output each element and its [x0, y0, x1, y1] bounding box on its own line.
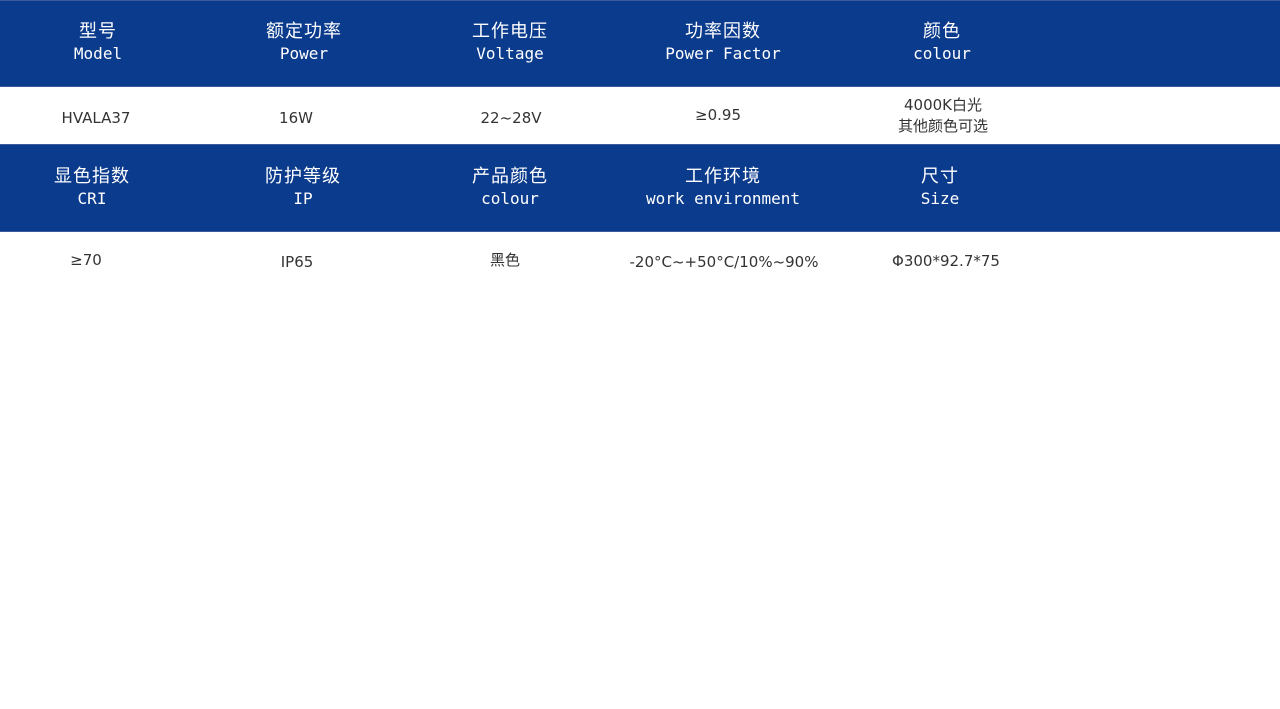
- header-ip: 防护等级 IP: [265, 166, 341, 210]
- header-voltage-en: Voltage: [476, 44, 544, 63]
- header-voltage-zh: 工作电压: [472, 21, 548, 42]
- header-product-colour-en: colour: [481, 189, 539, 208]
- header-model-zh: 型号: [78, 21, 117, 42]
- header-work-environment-en: work environment: [645, 189, 801, 208]
- header-colour-zh: 颜色: [922, 21, 961, 42]
- header-power-zh: 额定功率: [266, 21, 342, 42]
- header-size: 尺寸 Size: [921, 166, 960, 210]
- header-power-factor: 功率因数 Power Factor: [665, 21, 781, 65]
- value-work-environment: -20°C~+50°C/10%~90%: [629, 253, 819, 271]
- value-voltage: 22~28V: [480, 109, 542, 127]
- header-cri-en: CRI: [77, 189, 107, 208]
- value-ip: IP65: [280, 253, 314, 271]
- header-power-factor-zh: 功率因数: [685, 21, 761, 42]
- spec-header-row-1: 型号 Model 额定功率 Power 工作电压 Voltage 功率因数 Po…: [0, 0, 1280, 87]
- header-product-colour-zh: 产品颜色: [472, 166, 548, 187]
- value-size: Φ300*92.7*75: [892, 252, 1000, 270]
- spec-header-row-2: 显色指数 CRI 防护等级 IP 产品颜色 colour 工作环境 work e…: [0, 144, 1280, 232]
- value-power: 16W: [279, 109, 313, 127]
- value-product-colour: 黑色: [489, 251, 521, 269]
- header-ip-en: IP: [293, 189, 313, 208]
- value-colour-line-1: 4000K白光: [903, 96, 983, 114]
- header-voltage: 工作电压 Voltage: [472, 21, 548, 65]
- header-model: 型号 Model: [74, 21, 122, 65]
- header-colour-en: colour: [913, 44, 971, 63]
- header-ip-zh: 防护等级: [265, 166, 341, 187]
- header-cri-zh: 显色指数: [54, 166, 130, 187]
- header-power-en: Power: [279, 44, 329, 63]
- header-work-environment: 工作环境 work environment: [646, 166, 800, 210]
- value-model: HVALA37: [61, 109, 131, 127]
- header-size-en: Size: [920, 189, 960, 208]
- header-model-en: Model: [73, 44, 123, 63]
- header-size-zh: 尺寸: [921, 166, 959, 187]
- header-cri: 显色指数 CRI: [54, 166, 130, 210]
- header-power-factor-en: Power Factor: [665, 44, 781, 63]
- header-product-colour: 产品颜色 colour: [472, 166, 548, 210]
- value-cri: ≥70: [70, 251, 102, 269]
- header-power: 额定功率 Power: [266, 21, 342, 65]
- value-colour: 4000K白光 其他颜色可选: [898, 95, 988, 137]
- value-power-factor: ≥0.95: [695, 106, 741, 124]
- value-colour-line-2: 其他颜色可选: [897, 117, 989, 135]
- header-work-environment-zh: 工作环境: [685, 166, 761, 187]
- header-colour: 颜色 colour: [913, 21, 971, 65]
